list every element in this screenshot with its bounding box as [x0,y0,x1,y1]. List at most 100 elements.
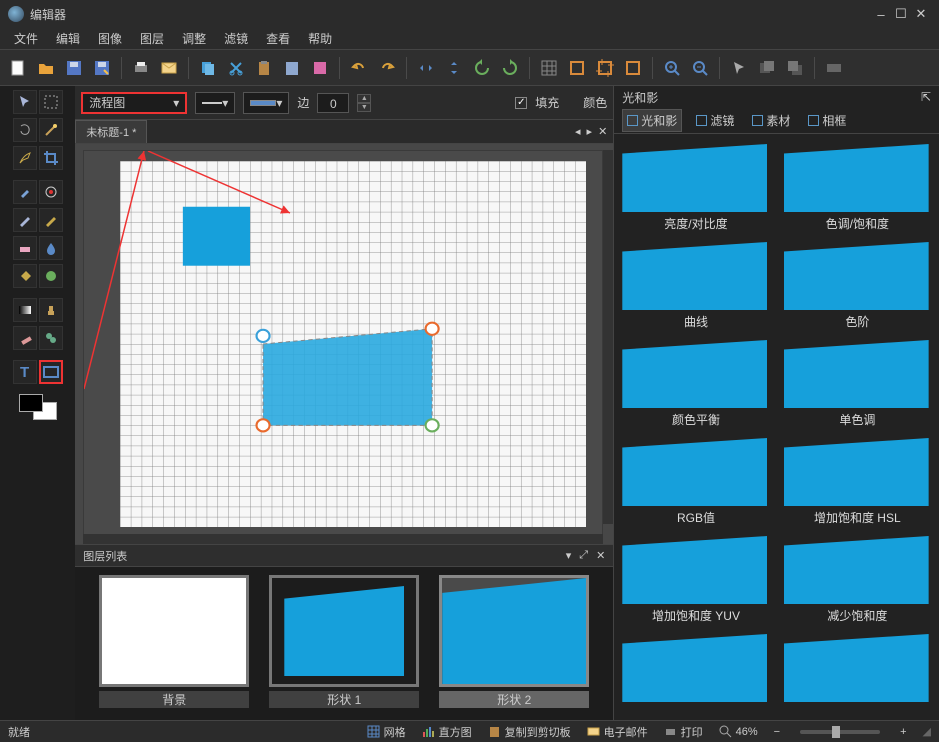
status-print[interactable]: 打印 [664,724,703,740]
status-hist[interactable]: 直方图 [422,724,472,740]
menu-layer[interactable]: 图层 [132,28,172,49]
tab-material[interactable]: 素材 [748,110,794,131]
minimize-button[interactable]: – [871,7,891,22]
new-file-icon[interactable] [6,56,30,80]
brush-tool-icon[interactable] [13,208,37,232]
zoom-in-icon[interactable] [660,56,684,80]
status-email[interactable]: 电子邮件 [587,724,648,740]
flip-h-icon[interactable] [414,56,438,80]
zoom-in-btn[interactable]: + [900,726,906,738]
status-clipboard[interactable]: 复制到剪切板 [488,724,571,740]
clone-tool-icon[interactable] [39,326,63,350]
close-button[interactable]: ✕ [911,6,931,22]
heal-tool-icon[interactable] [13,326,37,350]
effect-item[interactable]: 增加饱和度 HSL [784,438,931,526]
vertical-scrollbar[interactable] [603,150,613,524]
maximize-button[interactable]: ☐ [891,6,911,22]
email-icon[interactable] [157,56,181,80]
layer-a-icon[interactable] [755,56,779,80]
layer-item[interactable]: 形状 1 [269,575,419,708]
layer-b-icon[interactable] [783,56,807,80]
color-swatches[interactable] [19,394,57,420]
effect-item[interactable] [622,634,769,705]
effect-item[interactable]: 曲线 [622,242,769,330]
lasso-tool-icon[interactable] [13,118,37,142]
spin-up-icon[interactable]: ▲ [357,94,371,103]
copy-icon[interactable] [196,56,220,80]
layer-item[interactable]: 形状 2 [439,575,589,708]
shape-tool-icon[interactable] [39,360,63,384]
effect-item[interactable]: 单色调 [784,340,931,428]
panel-menu-icon[interactable]: ▾ [566,549,572,562]
menu-image[interactable]: 图像 [90,28,130,49]
shape-type-dropdown[interactable]: 流程图 ▾ [81,92,187,114]
redeye-tool-icon[interactable] [39,180,63,204]
print-icon[interactable] [129,56,153,80]
crop3-icon[interactable] [621,56,645,80]
panel-pin-icon[interactable]: ⇱ [921,90,931,104]
effect-item[interactable]: 色阶 [784,242,931,330]
crop2-icon[interactable] [593,56,617,80]
pen-tool-icon[interactable] [13,146,37,170]
gradient-tool-icon[interactable] [13,298,37,322]
blur-tool-icon[interactable] [39,236,63,260]
marquee-tool-icon[interactable] [39,90,63,114]
spin-down-icon[interactable]: ▼ [357,103,371,112]
effect-item[interactable]: 色调/饱和度 [784,144,931,232]
tab-close-icon[interactable]: ✕ [598,125,607,138]
clipboard-icon[interactable] [280,56,304,80]
menu-view[interactable]: 查看 [258,28,298,49]
text-tool-icon[interactable]: T [13,360,37,384]
zoom-slider[interactable] [800,730,880,734]
menu-edit[interactable]: 编辑 [48,28,88,49]
zoom-out-btn[interactable]: − [774,726,780,738]
tab-frame[interactable]: 相框 [804,110,850,131]
redo-icon[interactable] [375,56,399,80]
horizontal-scrollbar[interactable] [83,534,603,544]
effect-tool-icon[interactable] [39,264,63,288]
line-pattern-1[interactable]: ▾ [195,92,235,114]
eraser-tool-icon[interactable] [13,236,37,260]
foreground-swatch[interactable] [19,394,43,412]
crop1-icon[interactable] [565,56,589,80]
cut-icon[interactable] [224,56,248,80]
pointer-tool-icon[interactable] [13,90,37,114]
crop-tool-icon[interactable] [39,146,63,170]
status-grid[interactable]: 网格 [367,724,406,740]
open-folder-icon[interactable] [34,56,58,80]
tab-filter[interactable]: 滤镜 [692,110,738,131]
rotate-left-icon[interactable] [470,56,494,80]
layer-item[interactable]: 背景 [99,575,249,708]
fill-tool-icon[interactable] [13,264,37,288]
grid-icon[interactable] [537,56,561,80]
document-tab[interactable]: 未标题-1 * [75,120,147,143]
layer-c-icon[interactable] [822,56,846,80]
zoom-out-icon[interactable] [688,56,712,80]
save-as-icon[interactable] [90,56,114,80]
canvas[interactable] [83,150,603,538]
tab-light[interactable]: 光和影 [622,109,682,132]
pointer2-icon[interactable] [727,56,751,80]
menu-filter[interactable]: 滤镜 [216,28,256,49]
pencil-tool-icon[interactable] [39,208,63,232]
wand-tool-icon[interactable] [39,118,63,142]
undo-icon[interactable] [347,56,371,80]
effect-item[interactable]: RGB值 [622,438,769,526]
effect-item[interactable]: 增加饱和度 YUV [622,536,769,624]
effect-item[interactable]: 减少饱和度 [784,536,931,624]
effect-item[interactable]: 颜色平衡 [622,340,769,428]
line-pattern-2[interactable]: ▾ [243,92,289,114]
rotate-right-icon[interactable] [498,56,522,80]
effect-item[interactable] [784,634,931,705]
paste-icon[interactable] [252,56,276,80]
stamp-tool-icon[interactable] [39,298,63,322]
panel-pin-icon[interactable]: ⤢ [579,549,588,562]
fill-checkbox[interactable]: ✓ [515,97,527,109]
eyedropper-tool-icon[interactable] [13,180,37,204]
menu-adjust[interactable]: 调整 [174,28,214,49]
tab-prev-icon[interactable]: ◂ [575,125,581,138]
resize-grip-icon[interactable]: ◢ [923,725,931,738]
border-width-input[interactable]: 0 [317,93,349,113]
panel-close-icon[interactable]: ✕ [596,549,605,562]
effect-item[interactable]: 亮度/对比度 [622,144,769,232]
